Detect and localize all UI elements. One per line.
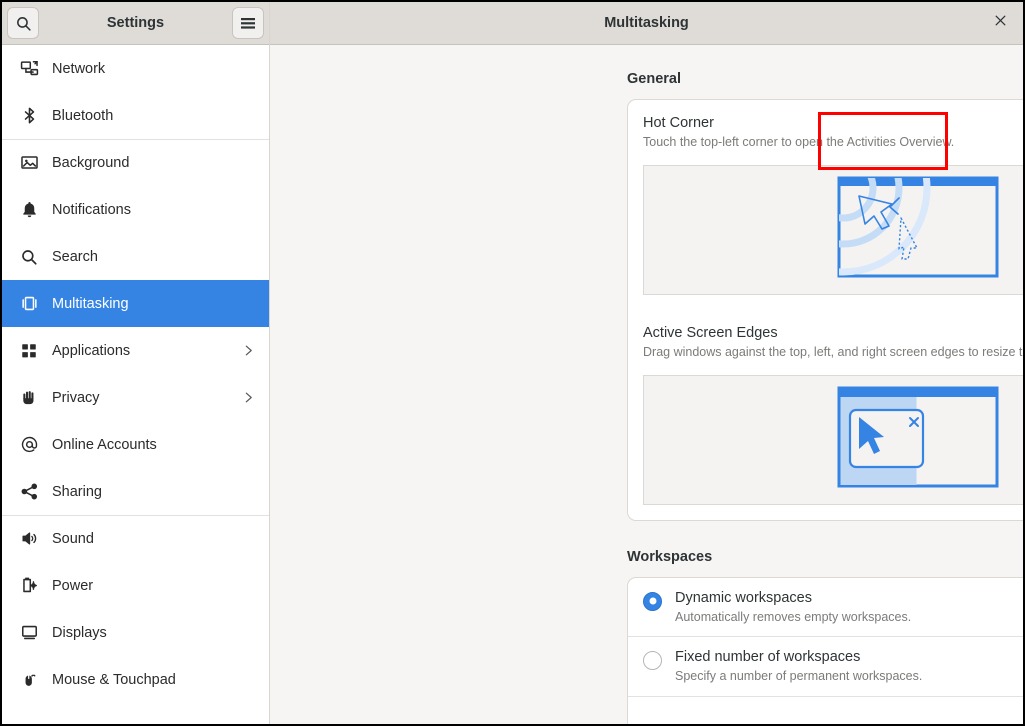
hot-corner-title: Hot Corner (643, 115, 714, 131)
sidebar-item-label: Power (52, 577, 94, 594)
at-sign-icon (18, 435, 40, 454)
hand-icon (18, 388, 40, 407)
sidebar-header: Settings (2, 2, 269, 45)
chevron-right-icon (242, 390, 255, 405)
dynamic-workspaces-subtitle: Automatically removes empty workspaces. (675, 609, 912, 624)
workspaces-card: Dynamic workspaces Automatically removes… (627, 576, 1023, 724)
multitasking-icon (18, 294, 40, 313)
sidebar-item-label: Notifications (52, 201, 131, 218)
general-section-heading: General (627, 71, 681, 87)
close-icon (994, 14, 1007, 32)
sidebar-item-network[interactable]: Network (2, 45, 269, 92)
applications-icon (18, 342, 40, 360)
dynamic-workspaces-radio[interactable] (643, 591, 662, 611)
sidebar-item-label: Privacy (52, 389, 100, 406)
speaker-icon (18, 529, 40, 548)
sidebar-item-power[interactable]: Power (2, 562, 269, 609)
sidebar-item-sharing[interactable]: Sharing (2, 468, 269, 515)
workspaces-section-heading: Workspaces (627, 548, 713, 565)
general-card: Hot Corner Touch the top-left corner to … (627, 99, 1023, 521)
hot-corner-illustration (837, 176, 999, 283)
hot-corner-illustration-container (643, 164, 1023, 295)
sidebar-title: Settings (106, 15, 165, 31)
search-button[interactable] (7, 7, 39, 39)
active-screen-edges-subtitle: Drag windows against the top, left, and … (643, 344, 1023, 359)
sidebar-item-label: Mouse & Touchpad (52, 671, 176, 688)
main-pane: Multitasking General Hot Corner Touch th… (270, 2, 1023, 724)
search-icon (15, 15, 32, 32)
sidebar-item-label: Search (52, 248, 98, 265)
active-screen-edges-text: Active Screen Edges Drag windows against… (643, 324, 1023, 361)
fixed-workspaces-row[interactable]: Fixed number of workspaces Specify a num… (628, 637, 1023, 696)
hot-corner-row: Hot Corner Touch the top-left corner to … (628, 100, 1023, 165)
sidebar-item-privacy[interactable]: Privacy (2, 374, 269, 421)
battery-icon (18, 576, 40, 595)
settings-window: Settings Network Bluetooth Background No… (2, 2, 1023, 724)
sidebar-item-label: Displays (52, 624, 107, 641)
sidebar-item-label: Network (52, 60, 106, 77)
share-icon (18, 482, 40, 501)
sidebar: Settings Network Bluetooth Background No… (2, 2, 270, 724)
sidebar-item-mouse-touchpad[interactable]: Mouse & Touchpad (2, 656, 269, 703)
hamburger-menu-icon (240, 16, 256, 30)
sidebar-item-applications[interactable]: Applications (2, 327, 269, 374)
workspaces-number-row (628, 697, 1023, 724)
active-screen-edges-title: Active Screen Edges (643, 324, 778, 341)
mouse-icon (18, 670, 40, 689)
sidebar-item-sound[interactable]: Sound (2, 515, 269, 562)
hot-corner-text: Hot Corner Touch the top-left corner to … (643, 114, 1023, 151)
fixed-workspaces-title: Fixed number of workspaces (675, 649, 861, 666)
bluetooth-icon (18, 106, 40, 125)
sidebar-item-search[interactable]: Search (2, 233, 269, 280)
search-icon (18, 248, 40, 266)
sidebar-item-online-accounts[interactable]: Online Accounts (2, 421, 269, 468)
sidebar-item-label: Sharing (52, 483, 102, 500)
sidebar-item-notifications[interactable]: Notifications (2, 186, 269, 233)
sidebar-item-displays[interactable]: Displays (2, 609, 269, 656)
sidebar-item-label: Sound (52, 530, 94, 547)
screen: Settings Network Bluetooth Background No… (0, 0, 1025, 726)
page-title: Multitasking (604, 15, 689, 31)
fixed-workspaces-radio[interactable] (643, 651, 662, 671)
sidebar-item-list: Network Bluetooth Background Notificatio… (2, 45, 269, 724)
fixed-workspaces-text: Fixed number of workspaces Specify a num… (675, 648, 1023, 685)
chevron-right-icon (242, 343, 255, 358)
close-button[interactable] (987, 10, 1013, 36)
sidebar-item-bluetooth[interactable]: Bluetooth (2, 92, 269, 139)
sidebar-item-label: Bluetooth (52, 107, 114, 124)
sidebar-item-background[interactable]: Background (2, 139, 269, 186)
active-screen-edges-illustration (837, 386, 999, 493)
sidebar-item-label: Multitasking (52, 295, 129, 312)
dynamic-workspaces-title: Dynamic workspaces (675, 589, 812, 606)
network-icon (18, 59, 40, 78)
sidebar-item-label: Online Accounts (52, 436, 157, 453)
sidebar-item-label: Background (52, 154, 130, 171)
fixed-workspaces-subtitle: Specify a number of permanent workspaces… (675, 669, 923, 684)
main-menu-button[interactable] (232, 7, 264, 39)
sidebar-item-label: Applications (52, 342, 131, 359)
hot-corner-subtitle: Touch the top-left corner to open the Ac… (643, 135, 955, 150)
active-screen-edges-row: Active Screen Edges Drag windows against… (628, 310, 1023, 375)
main-header: Multitasking (270, 2, 1023, 45)
dynamic-workspaces-row[interactable]: Dynamic workspaces Automatically removes… (628, 578, 1023, 637)
background-icon (18, 153, 40, 172)
bell-icon (18, 200, 40, 219)
display-icon (18, 623, 40, 642)
settings-content: General Hot Corner Touch the top-left co… (270, 45, 1023, 724)
active-screen-edges-illustration-container (643, 374, 1023, 505)
content-column: General Hot Corner Touch the top-left co… (627, 71, 1023, 724)
sidebar-item-multitasking[interactable]: Multitasking (2, 280, 269, 327)
dynamic-workspaces-text: Dynamic workspaces Automatically removes… (675, 589, 1023, 626)
